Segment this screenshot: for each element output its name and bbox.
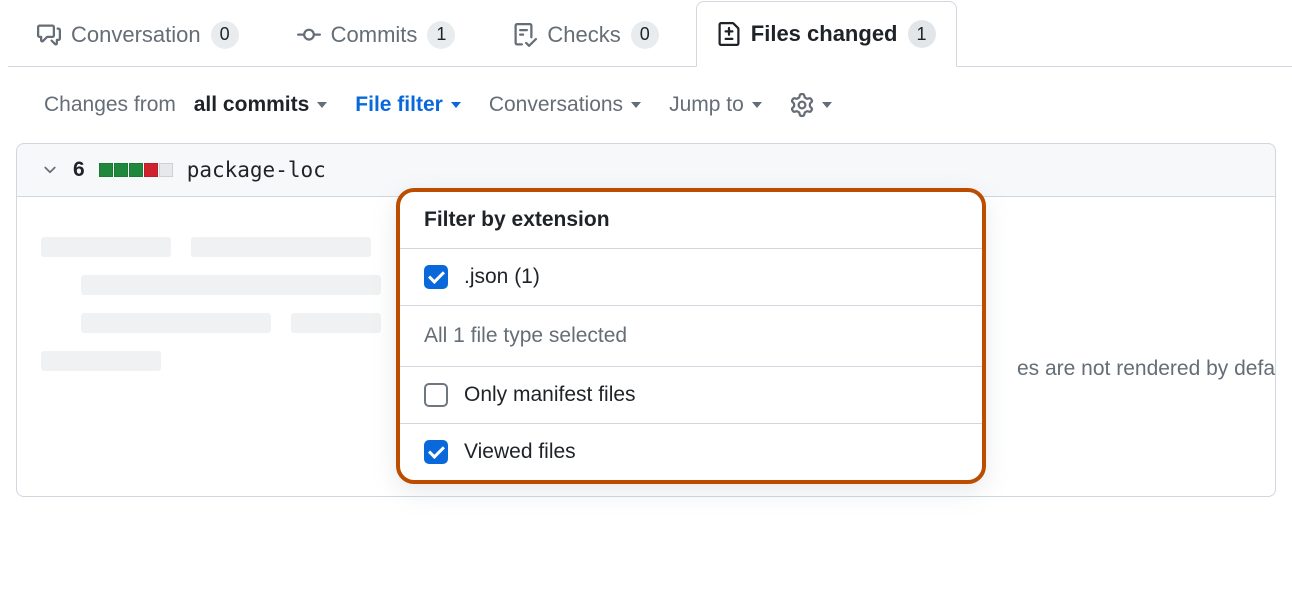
filter-manifest-label: Only manifest files: [464, 383, 636, 407]
filter-ext-label: .json (1): [464, 265, 540, 289]
diff-square-added: [114, 163, 128, 177]
git-commit-icon: [297, 23, 321, 47]
collapse-toggle[interactable]: [41, 161, 59, 179]
changes-from-label: Changes from: [44, 93, 176, 117]
file-diff-icon: [717, 22, 741, 46]
tab-label: Commits: [331, 22, 418, 48]
diffstat-squares: [99, 163, 173, 177]
diff-settings-button[interactable]: [790, 93, 832, 117]
filter-viewed-files[interactable]: Viewed files: [400, 424, 982, 480]
chevron-down-icon: [41, 161, 59, 179]
filter-only-manifest[interactable]: Only manifest files: [400, 367, 982, 424]
conversations-dropdown[interactable]: Conversations: [489, 93, 641, 117]
pr-tabs: Conversation 0 Commits 1 Checks 0 Files …: [8, 0, 1292, 67]
file-filter-menu: Filter by extension .json (1) All 1 file…: [396, 188, 986, 484]
checkbox-unchecked-icon[interactable]: [424, 383, 448, 407]
diff-toolbar: Changes from all commits File filter Con…: [0, 67, 1292, 143]
jump-to-dropdown[interactable]: Jump to: [669, 93, 762, 117]
checkbox-checked-icon[interactable]: [424, 265, 448, 289]
file-filter-dropdown[interactable]: File filter: [355, 93, 461, 117]
tab-checks[interactable]: Checks 0: [492, 2, 679, 67]
caret-down-icon: [451, 102, 461, 108]
filter-selection-summary: All 1 file type selected: [400, 306, 982, 367]
comment-discussion-icon: [37, 23, 61, 47]
filter-viewed-label: Viewed files: [464, 440, 576, 464]
caret-down-icon: [631, 102, 641, 108]
not-rendered-message: es are not rendered by defa: [1017, 357, 1275, 381]
jump-to-label: Jump to: [669, 93, 744, 117]
diff-square-added: [129, 163, 143, 177]
file-filter-label: File filter: [355, 93, 443, 117]
tab-count: 0: [631, 21, 659, 49]
filter-extension-json[interactable]: .json (1): [400, 249, 982, 306]
tab-count: 1: [908, 20, 936, 48]
gear-icon: [790, 93, 814, 117]
tab-commits[interactable]: Commits 1: [276, 2, 477, 67]
tab-conversation[interactable]: Conversation 0: [16, 2, 260, 67]
diff-square-neutral: [159, 163, 173, 177]
caret-down-icon: [752, 102, 762, 108]
checklist-icon: [513, 23, 537, 47]
changes-from-value: all commits: [194, 93, 310, 117]
changes-from-dropdown[interactable]: Changes from all commits: [44, 93, 327, 117]
diff-square-added: [99, 163, 113, 177]
tab-label: Checks: [547, 22, 620, 48]
diffstat-count: 6: [73, 158, 85, 182]
filter-header: Filter by extension: [400, 192, 982, 249]
conversations-label: Conversations: [489, 93, 623, 117]
tab-count: 0: [211, 21, 239, 49]
tab-label: Conversation: [71, 22, 201, 48]
file-name[interactable]: package-loc: [187, 158, 326, 182]
caret-down-icon: [317, 102, 327, 108]
tab-label: Files changed: [751, 21, 898, 47]
checkbox-checked-icon[interactable]: [424, 440, 448, 464]
tab-files-changed[interactable]: Files changed 1: [696, 1, 957, 67]
diff-square-removed: [144, 163, 158, 177]
caret-down-icon: [822, 102, 832, 108]
tab-count: 1: [427, 21, 455, 49]
